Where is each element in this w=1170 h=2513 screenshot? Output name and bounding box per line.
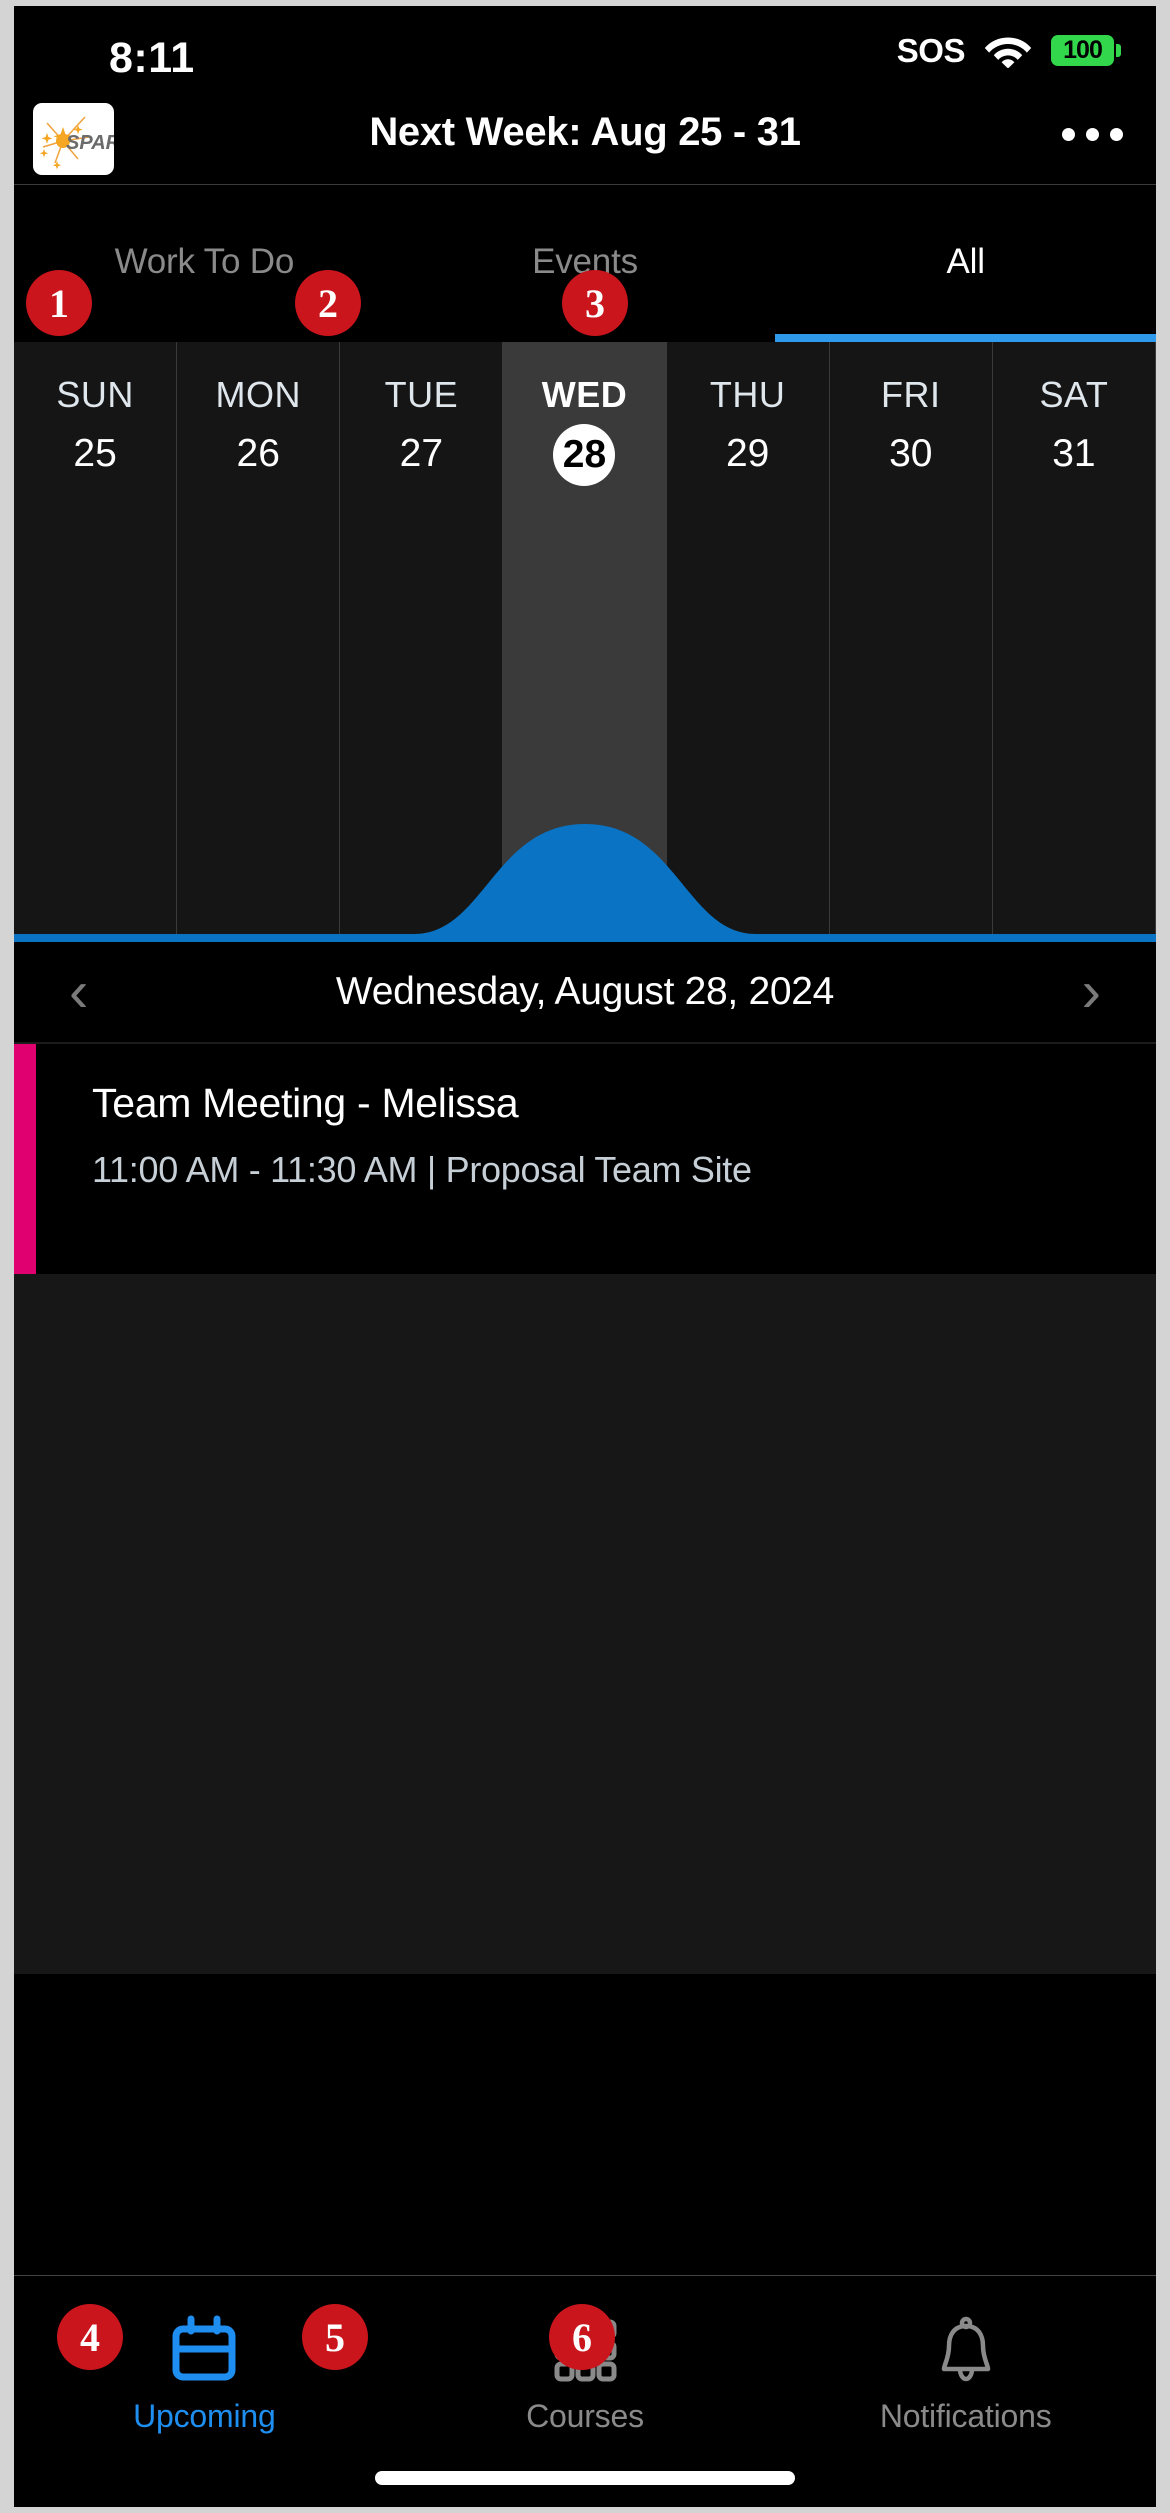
chevron-left-icon[interactable]: ‹ — [69, 963, 88, 1021]
week-day-mon[interactable]: MON 26 — [177, 342, 341, 934]
home-indicator — [375, 2471, 795, 2485]
phone-screen: 8:11 SOS 100 SPA Next Week: Aug 25 - 31 … — [0, 0, 1170, 2513]
day-number: 25 — [73, 432, 117, 475]
battery-level: 100 — [1063, 35, 1103, 64]
week-day-strip: SUN 25 MON 26 TUE 27 WED 28 THU 29 FRI 3… — [14, 342, 1156, 942]
nav-label: Notifications — [879, 2398, 1052, 2434]
chevron-right-icon[interactable]: › — [1082, 963, 1101, 1021]
week-day-sun[interactable]: SUN 25 — [14, 342, 178, 934]
sos-indicator: SOS — [896, 31, 966, 69]
calendar-icon — [167, 2308, 241, 2392]
active-tab-indicator — [775, 334, 1156, 342]
event-accent-bar — [14, 1044, 36, 1274]
annotation-badge-2: 2 — [295, 270, 361, 336]
nav-item-notifications[interactable]: Notifications — [775, 2276, 1156, 2507]
event-title: Team Meeting - Melissa — [92, 1080, 519, 1126]
day-number: 30 — [889, 432, 933, 475]
event-list-empty-area — [14, 1274, 1156, 1974]
annotation-badge-6: 6 — [549, 2304, 615, 2370]
status-bar-clock: 8:11 — [109, 34, 195, 82]
day-number: 29 — [725, 432, 770, 475]
list-item[interactable]: Team Meeting - Melissa 11:00 AM - 11:30 … — [14, 1042, 1156, 1274]
page-title: Next Week: Aug 25 - 31 — [369, 110, 801, 154]
week-day-thu[interactable]: THU 29 — [667, 342, 830, 934]
bell-icon — [929, 2308, 1003, 2392]
annotation-badge-1: 1 — [26, 270, 92, 336]
nav-label: Courses — [526, 2398, 644, 2434]
day-number: 31 — [1052, 432, 1096, 475]
week-day-wed[interactable]: WED 28 — [503, 342, 667, 934]
status-bar: 8:11 SOS 100 — [14, 6, 1156, 98]
annotation-badge-5: 5 — [302, 2304, 368, 2370]
event-time-location: 11:00 AM - 11:30 AM | Proposal Team Site — [92, 1149, 752, 1190]
week-day-tue[interactable]: TUE 27 — [340, 342, 504, 934]
day-number: 27 — [399, 432, 444, 475]
selected-date-label: Wednesday, August 28, 2024 — [335, 970, 835, 1013]
week-day-sat[interactable]: SAT 31 — [993, 342, 1156, 934]
day-name: TUE — [384, 374, 459, 415]
day-name: SAT — [1039, 374, 1109, 415]
day-name: WED — [541, 374, 628, 415]
nav-label: Upcoming — [133, 2398, 276, 2434]
status-bar-indicators: SOS 100 — [896, 31, 1121, 69]
wifi-icon — [984, 37, 1032, 68]
annotation-badge-4: 4 — [57, 2304, 123, 2370]
day-number: 26 — [236, 432, 280, 475]
week-day-fri[interactable]: FRI 30 — [830, 342, 993, 934]
date-navigator: ‹ Wednesday, August 28, 2024 › — [14, 942, 1156, 1042]
day-number-selected: 28 — [553, 424, 616, 486]
day-name: FRI — [881, 374, 941, 415]
battery-icon: 100 — [1051, 34, 1121, 66]
day-name: THU — [709, 374, 786, 415]
day-name: MON — [215, 374, 301, 415]
tab-all[interactable]: All — [775, 185, 1156, 342]
tab-label: Work To Do — [114, 242, 295, 281]
ellipsis-horizontal-icon[interactable] — [1062, 128, 1123, 141]
app-header: SPARK Next Week: Aug 25 - 31 — [14, 98, 1156, 184]
annotation-badge-3: 3 — [562, 270, 628, 336]
event-list: Team Meeting - Melissa 11:00 AM - 11:30 … — [14, 1042, 1156, 1974]
tab-label: All — [946, 242, 985, 281]
day-name: SUN — [56, 374, 134, 415]
